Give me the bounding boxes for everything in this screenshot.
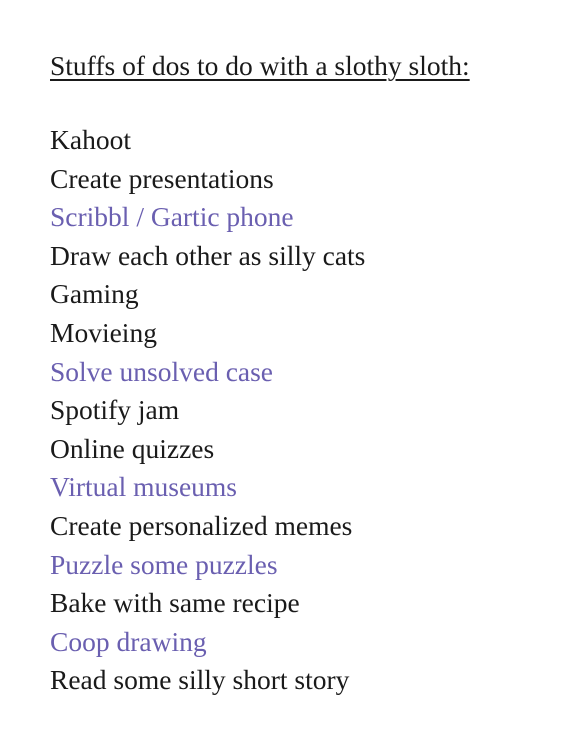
list-item: Gaming <box>50 278 139 310</box>
list-item: Draw each other as silly cats <box>50 239 366 271</box>
list-item: Scribbl / Gartic phone <box>50 201 294 233</box>
list-item: Solve unsolved case <box>50 355 274 387</box>
list-item: Create presentations <box>50 162 274 194</box>
activity-list: Kahoot Create presentations Scribbl / Ga… <box>50 121 365 700</box>
list-item: Coop drawing <box>50 625 207 657</box>
list-item: Spotify jam <box>50 394 180 426</box>
list-item: Puzzle some puzzles <box>50 548 278 580</box>
list-item: Virtual museums <box>50 471 238 503</box>
list-item: Online quizzes <box>50 432 215 464</box>
list-title: Stuffs of dos to do with a slothy sloth: <box>50 50 470 81</box>
list-item: Read some silly short story <box>50 664 350 696</box>
list-item: Movieing <box>50 316 157 348</box>
document-page: Stuffs of dos to do with a slothy sloth:… <box>0 0 578 745</box>
list-item: Bake with same recipe <box>50 587 300 619</box>
list-item: Kahoot <box>50 124 131 155</box>
list-item: Create personalized memes <box>50 509 353 541</box>
